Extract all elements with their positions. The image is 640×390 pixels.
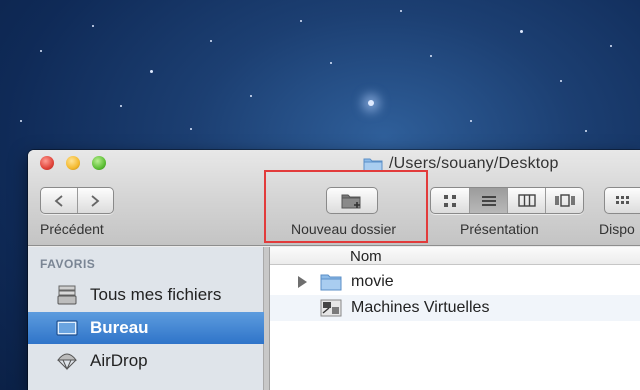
star <box>330 62 332 64</box>
list-item-label: Machines Virtuelles <box>351 299 490 316</box>
all-files-icon <box>57 285 77 305</box>
star <box>190 128 192 130</box>
column-view-button[interactable] <box>507 188 545 213</box>
sidebar-section-title: FAVORIS <box>40 257 96 271</box>
virtual-machines-icon <box>320 299 342 317</box>
column-header-label: Nom <box>350 248 382 265</box>
view-mode-control <box>430 187 584 214</box>
sidebar-item-label: AirDrop <box>90 351 148 370</box>
list-icon <box>481 195 496 206</box>
star <box>20 120 22 122</box>
star <box>40 50 42 52</box>
arrange-button[interactable] <box>604 187 640 214</box>
list-item-label: movie <box>351 273 394 290</box>
star <box>210 40 212 42</box>
star <box>585 130 587 132</box>
arrange-icon <box>616 195 629 204</box>
desktop-icon <box>56 320 78 336</box>
icon-view-button[interactable] <box>431 188 469 213</box>
columns-icon <box>517 194 536 207</box>
sidebar-item-all-files[interactable]: Tous mes fichiers <box>28 279 264 311</box>
star <box>610 45 612 47</box>
grid-icon <box>444 194 456 207</box>
sidebar-item-airdrop[interactable]: AirDrop <box>28 345 264 377</box>
star <box>300 20 302 22</box>
coverflow-view-button[interactable] <box>545 188 583 213</box>
coverflow-icon <box>554 194 575 207</box>
presentation-label: Présentation <box>460 221 539 237</box>
star <box>400 10 402 12</box>
star <box>250 95 252 97</box>
minimize-window-button[interactable] <box>66 156 80 170</box>
star <box>150 70 153 73</box>
sidebar-item-label: Tous mes fichiers <box>90 285 222 304</box>
column-header-name[interactable]: Nom <box>270 247 640 265</box>
star <box>92 25 94 27</box>
chevron-right-icon <box>91 194 100 207</box>
chevron-left-icon <box>54 194 63 207</box>
star <box>560 80 562 82</box>
star <box>430 55 432 57</box>
forward-button[interactable] <box>76 188 113 213</box>
back-forward-control <box>40 187 114 214</box>
toolbar: /Users/souany/Desktop Précédent Nouveau … <box>28 150 640 246</box>
folder-icon <box>320 274 342 291</box>
highlight-box <box>264 170 428 243</box>
sidebar-item-label: Bureau <box>90 318 149 337</box>
star <box>368 100 374 106</box>
list-view-button[interactable] <box>469 188 507 213</box>
list-item-movie[interactable]: movie <box>270 269 640 295</box>
list-item-virtual-machines[interactable]: Machines Virtuelles <box>270 295 640 321</box>
back-button[interactable] <box>41 188 77 213</box>
zoom-window-button[interactable] <box>92 156 106 170</box>
airdrop-icon <box>56 353 78 371</box>
arrange-label: Dispo <box>599 221 635 237</box>
star <box>470 120 472 122</box>
disclosure-triangle-icon[interactable] <box>298 276 307 288</box>
close-window-button[interactable] <box>40 156 54 170</box>
finder-window: /Users/souany/Desktop Précédent Nouveau … <box>28 150 640 390</box>
sidebar: FAVORIS Tous mes fichiers Bureau AirDrop <box>28 247 264 390</box>
star <box>120 105 122 107</box>
star <box>520 30 523 33</box>
back-label: Précédent <box>40 221 104 237</box>
sidebar-item-desktop[interactable]: Bureau <box>28 312 264 344</box>
file-list: Nom movie Machines Virtuelles <box>270 247 640 390</box>
